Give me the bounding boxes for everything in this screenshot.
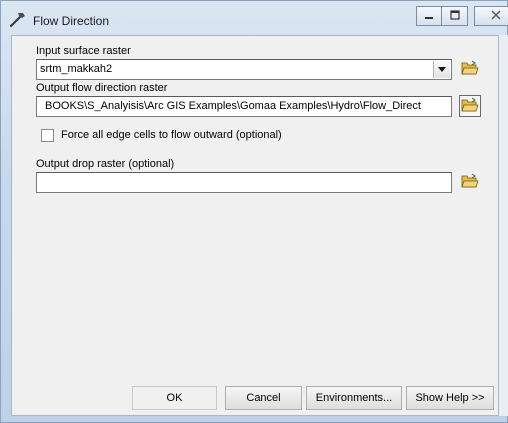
input-surface-browse-button[interactable] [459, 58, 481, 80]
open-folder-icon [461, 60, 479, 79]
output-drop-label: Output drop raster (optional) [36, 158, 175, 170]
maximize-button[interactable] [442, 6, 468, 26]
dialog-button-bar: OK Cancel Environments... Show Help >> [13, 380, 498, 415]
dialog-window: Flow Direction Input surface raster srtm… [0, 0, 508, 423]
output-drop-field[interactable] [36, 172, 452, 193]
minimize-icon [424, 10, 434, 23]
close-icon [491, 10, 501, 23]
window-title: Flow Direction [33, 14, 110, 28]
output-flow-value: BOOKS\S_Analyisis\Arc GIS Examples\Gomaa… [45, 100, 421, 112]
parameters-panel: Input surface raster srtm_makkah2 Output… [13, 37, 498, 379]
input-surface-value: srtm_makkah2 [40, 63, 113, 75]
close-button[interactable] [474, 6, 508, 26]
output-drop-browse-button[interactable] [459, 171, 481, 193]
output-flow-browse-button[interactable] [459, 95, 481, 117]
show-help-button[interactable]: Show Help >> [406, 386, 494, 410]
maximize-icon [449, 9, 460, 23]
open-folder-icon [461, 173, 479, 192]
output-flow-field[interactable]: BOOKS\S_Analyisis\Arc GIS Examples\Gomaa… [36, 96, 452, 117]
hammer-icon [9, 10, 27, 28]
force-edge-checkbox[interactable] [41, 129, 54, 142]
cancel-button[interactable]: Cancel [225, 386, 302, 410]
minimize-button[interactable] [416, 6, 442, 26]
force-edge-label[interactable]: Force all edge cells to flow outward (op… [61, 129, 282, 141]
output-flow-label: Output flow direction raster [36, 82, 168, 94]
input-surface-combobox[interactable]: srtm_makkah2 [36, 59, 452, 80]
window-controls [416, 6, 508, 26]
dialog-client-area: Input surface raster srtm_makkah2 Output… [11, 35, 499, 416]
input-surface-label: Input surface raster [36, 45, 131, 57]
window-edge [499, 35, 508, 416]
title-bar[interactable]: Flow Direction [1, 1, 508, 35]
open-folder-icon [461, 97, 479, 116]
ok-button[interactable]: OK [132, 386, 217, 410]
chevron-down-icon[interactable] [433, 61, 450, 78]
environments-button[interactable]: Environments... [306, 386, 402, 410]
